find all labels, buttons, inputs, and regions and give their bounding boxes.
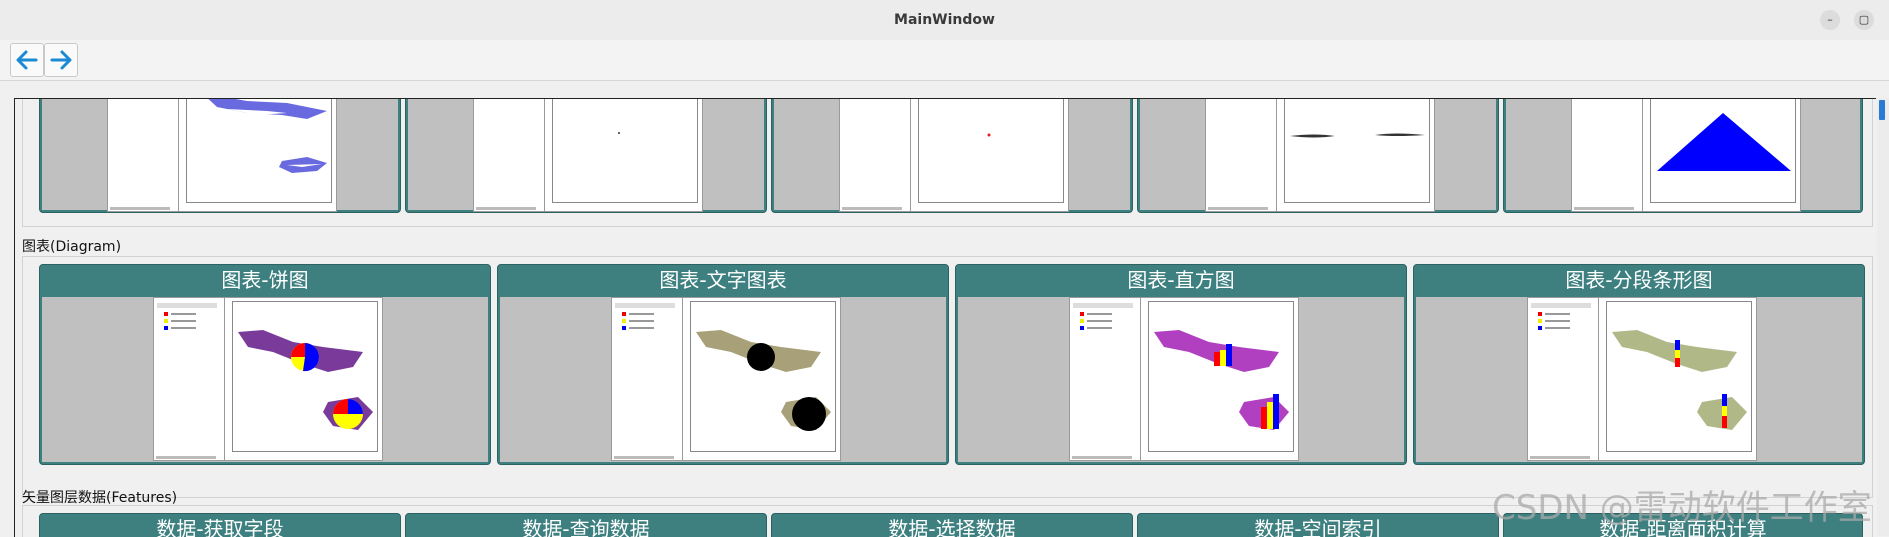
minimize-button[interactable]: – — [1820, 10, 1840, 30]
thumbnail-window — [1205, 99, 1435, 212]
diagram-section-label: 图表(Diagram) — [22, 239, 122, 255]
scrollbar-handle[interactable] — [1879, 100, 1885, 120]
previous-card-4[interactable] — [1137, 99, 1499, 213]
status-bar — [1530, 456, 1590, 459]
card-title: 数据-选择数据 — [888, 517, 1016, 537]
thumbnail-window — [1571, 99, 1801, 212]
previous-card-5[interactable] — [1503, 99, 1863, 213]
window-title: MainWindow — [894, 12, 995, 28]
layer-tree — [474, 99, 545, 211]
status-bar — [614, 456, 674, 459]
thumbnail-window — [839, 99, 1069, 212]
card-title: 图表-文字图表 — [659, 268, 787, 292]
layer-tree — [1206, 99, 1277, 211]
arrow-right-icon — [50, 50, 72, 70]
map-point — [987, 133, 991, 137]
status-bar — [1072, 456, 1132, 459]
thumbnail — [42, 99, 398, 212]
layer-tree — [1070, 298, 1141, 460]
maximize-button[interactable]: ▢ — [1854, 10, 1874, 30]
status-bar — [110, 207, 170, 210]
layer-tree-items — [1531, 303, 1591, 330]
card-text-chart[interactable]: 图表-文字图表 — [497, 264, 949, 465]
status-bar — [156, 456, 216, 459]
map-view — [1284, 99, 1430, 203]
map-view — [1606, 301, 1752, 452]
title-bar: MainWindow – ▢ — [0, 0, 1889, 41]
card-title: 数据-获取字段 — [156, 517, 284, 537]
status-bar — [476, 207, 536, 210]
layer-tree — [108, 99, 179, 211]
map-point — [618, 132, 620, 134]
thumbnail — [42, 297, 488, 462]
thumbnail — [1140, 99, 1496, 212]
thumbnail — [1416, 297, 1862, 462]
card-title: 图表-直方图 — [1127, 268, 1235, 292]
map-view — [918, 99, 1064, 203]
map-view — [552, 99, 698, 203]
map-polygons — [208, 99, 327, 173]
previous-card-1[interactable] — [39, 99, 401, 213]
text-chart-map — [696, 330, 831, 431]
content-scroll-area[interactable]: 图表(Diagram) 图表-饼图 图表-文字图表 图表-直方图 图表-分段条形… — [14, 98, 1876, 537]
thumbnail — [1506, 99, 1860, 212]
pie-chart-map — [238, 330, 373, 430]
watermark: CSDN @雷动软件工作室 — [1492, 488, 1872, 528]
status-bar — [842, 207, 902, 210]
map-view — [1650, 99, 1796, 203]
layer-tree — [840, 99, 911, 211]
map-view — [186, 99, 332, 203]
layer-tree-items — [1073, 303, 1133, 330]
map-view — [690, 301, 836, 452]
card-pie-chart[interactable]: 图表-饼图 — [39, 264, 491, 465]
card-title: 数据-空间索引 — [1254, 517, 1382, 537]
segmented-bar-map — [1612, 330, 1747, 430]
status-bar — [1208, 207, 1268, 210]
map-lines — [1290, 133, 1425, 138]
thumbnail — [958, 297, 1404, 462]
layer-tree — [1572, 99, 1643, 211]
layer-tree-items — [615, 303, 675, 330]
card-title: 图表-分段条形图 — [1565, 268, 1713, 292]
thumbnail-window — [1069, 297, 1299, 461]
map-view — [232, 301, 378, 452]
back-button[interactable] — [10, 43, 44, 77]
status-bar — [1574, 207, 1634, 210]
vertical-scrollbar[interactable] — [1877, 98, 1889, 536]
thumbnail — [500, 297, 946, 462]
thumbnail-window — [611, 297, 841, 461]
previous-card-3[interactable] — [771, 99, 1133, 213]
thumbnail-window — [473, 99, 703, 212]
features-section-label: 矢量图层数据(Features) — [22, 490, 178, 506]
map-view — [1148, 301, 1294, 452]
card-select-data[interactable]: 数据-选择数据 — [771, 513, 1133, 537]
card-spatial-index[interactable]: 数据-空间索引 — [1137, 513, 1499, 537]
card-title: 数据-查询数据 — [522, 517, 650, 537]
card-histogram[interactable]: 图表-直方图 — [955, 264, 1407, 465]
card-title: 图表-饼图 — [221, 268, 309, 292]
layer-tree — [612, 298, 683, 460]
histogram-map — [1154, 330, 1289, 430]
forward-button[interactable] — [44, 43, 78, 77]
layer-tree — [1528, 298, 1599, 460]
map-triangle — [1657, 113, 1791, 171]
layer-tree — [154, 298, 225, 460]
thumbnail-window — [1527, 297, 1757, 461]
card-query-data[interactable]: 数据-查询数据 — [405, 513, 767, 537]
card-segmented-bar-chart[interactable]: 图表-分段条形图 — [1413, 264, 1865, 465]
previous-card-2[interactable] — [405, 99, 767, 213]
toolbar — [0, 40, 1889, 81]
thumbnail — [774, 99, 1130, 212]
layer-tree-items — [157, 303, 217, 330]
card-get-fields[interactable]: 数据-获取字段 — [39, 513, 401, 537]
thumbnail — [408, 99, 764, 212]
thumbnail-window — [153, 297, 383, 461]
arrow-left-icon — [16, 50, 38, 70]
thumbnail-window — [107, 99, 337, 212]
